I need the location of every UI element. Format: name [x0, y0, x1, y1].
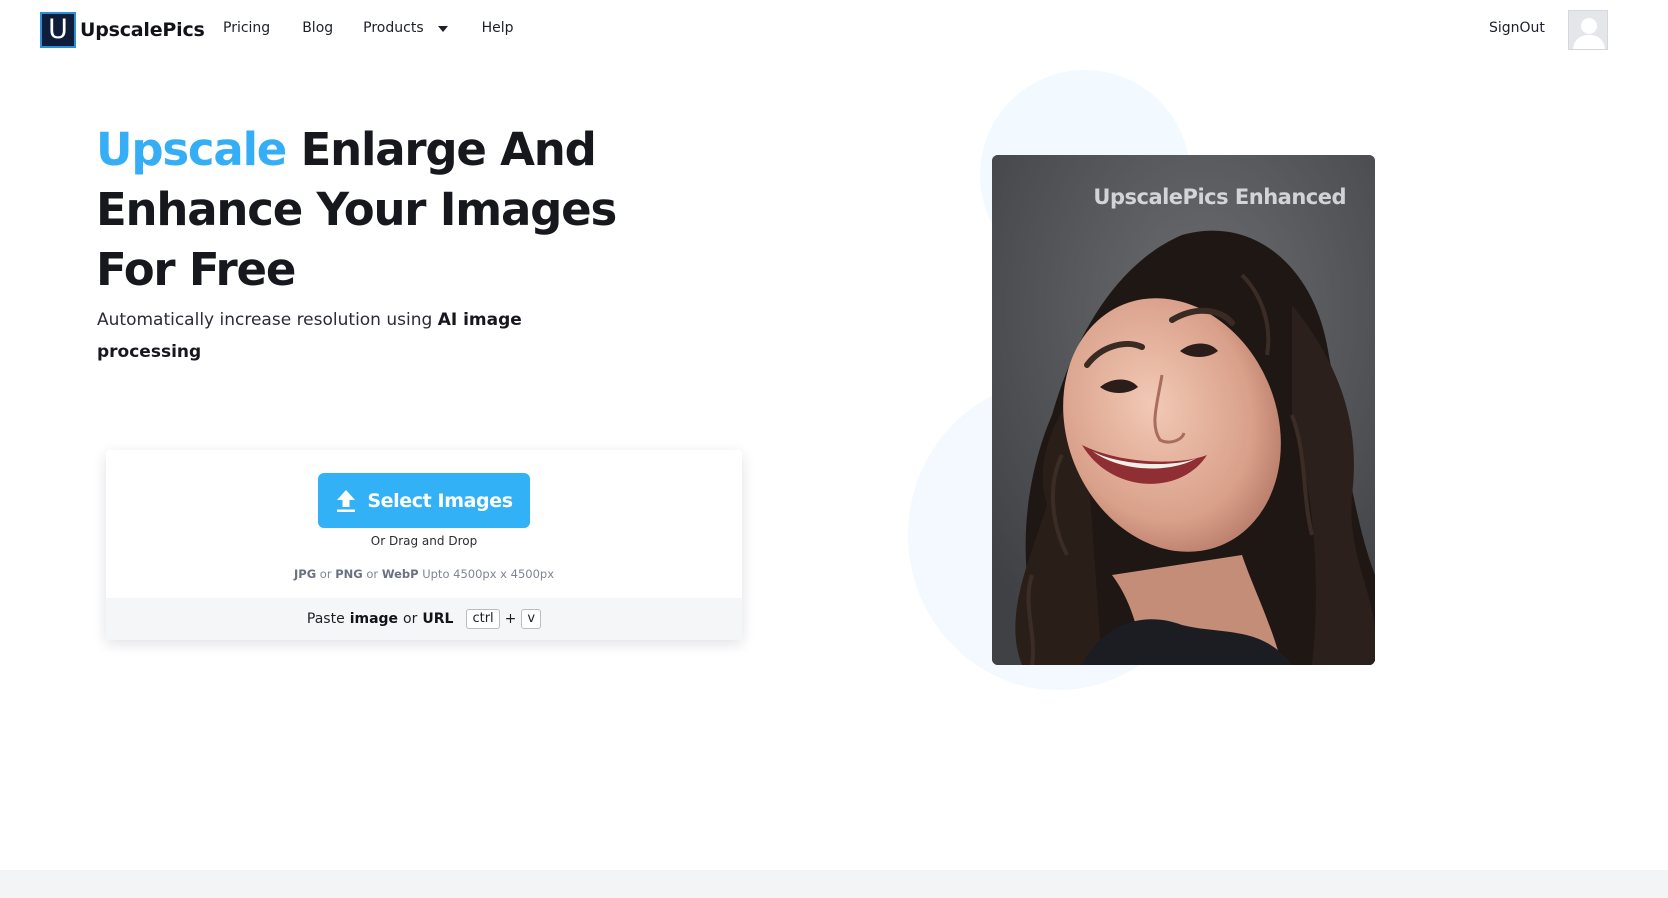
- logo-mark: U: [40, 12, 76, 48]
- key-ctrl: ctrl: [466, 609, 500, 629]
- format-webp: WebP: [381, 567, 419, 581]
- hero-sample-photo: UpscalePics Enhanced: [992, 155, 1375, 665]
- woman-portrait-illustration: [992, 155, 1375, 665]
- format-limit: Upto 4500px x 4500px: [418, 567, 554, 581]
- format-png: PNG: [335, 567, 363, 581]
- key-plus: +: [504, 611, 517, 627]
- chevron-down-icon: [437, 26, 448, 32]
- paste-or: or: [403, 611, 418, 627]
- nav-links: Pricing Blog Products Help: [223, 20, 546, 36]
- upload-arrow-icon: [337, 489, 356, 512]
- user-avatar-icon[interactable]: [1568, 10, 1608, 50]
- hero-headline: Upscale Enlarge And Enhance Your Images …: [96, 120, 656, 300]
- subheading-text: Automatically increase resolution using: [97, 310, 438, 330]
- hero-subheading: Automatically increase resolution using …: [97, 304, 527, 368]
- photo-watermark: UpscalePics Enhanced: [1093, 185, 1346, 209]
- drag-drop-hint: Or Drag and Drop: [370, 534, 478, 548]
- brand-name: UpscalePics: [80, 19, 205, 41]
- nav-pricing[interactable]: Pricing: [223, 20, 270, 36]
- nav-help[interactable]: Help: [482, 20, 514, 36]
- key-v: v: [521, 609, 542, 629]
- paste-hint-bar: Paste image or URL ctrl + v: [106, 598, 742, 640]
- nav-blog[interactable]: Blog: [302, 20, 333, 36]
- format-or-2: or: [362, 567, 382, 581]
- next-section-strip: [0, 870, 1668, 898]
- headline-accent: Upscale: [96, 123, 287, 176]
- avatar-silhouette: [1569, 11, 1607, 49]
- supported-formats: JPG or PNG or WebP Upto 4500px x 4500px: [106, 567, 742, 581]
- format-jpg: JPG: [294, 567, 317, 581]
- paste-url: URL: [422, 611, 454, 627]
- upload-dropzone[interactable]: Select Images Or Drag and Drop JPG or PN…: [106, 450, 742, 640]
- select-images-label: Select Images: [367, 489, 513, 512]
- paste-image: image: [349, 611, 399, 627]
- format-or-1: or: [316, 567, 336, 581]
- nav-products-dropdown[interactable]: Products: [363, 20, 448, 36]
- logo-link[interactable]: U UpscalePics: [40, 12, 205, 48]
- select-images-button[interactable]: Select Images: [318, 473, 530, 528]
- top-navbar: U UpscalePics Pricing Blog Products Help…: [0, 0, 1668, 60]
- signout-link[interactable]: SignOut: [1489, 20, 1545, 36]
- nav-products-label: Products: [363, 20, 424, 36]
- paste-prefix: Paste: [306, 611, 345, 627]
